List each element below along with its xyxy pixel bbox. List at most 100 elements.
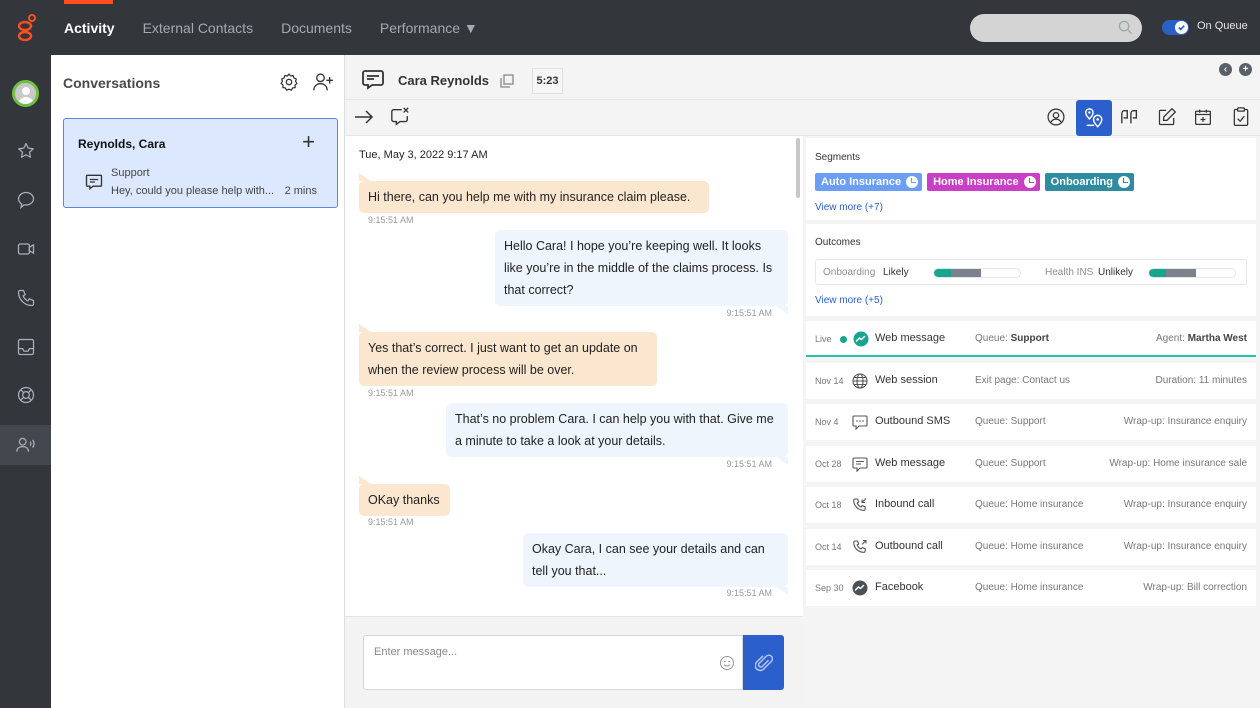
- collapse-icon[interactable]: ‹: [1219, 63, 1232, 76]
- calendar-add-icon: [1195, 109, 1211, 125]
- rail-agent-voice[interactable]: [0, 425, 51, 465]
- search-icon: [1118, 20, 1133, 35]
- conversation-card[interactable]: Reynolds, Cara + Support Hey, could you …: [63, 118, 338, 208]
- nav-performance[interactable]: Performance ▼: [380, 20, 478, 36]
- message-input[interactable]: Enter message...: [363, 635, 743, 690]
- history-row[interactable]: Nov 4 Outbound SMS Queue: Support Wrap-u…: [806, 404, 1256, 440]
- transcript-date: Tue, May 3, 2022 9:17 AM: [359, 149, 488, 161]
- outcome-label: Onboarding: [823, 267, 876, 278]
- messenger-icon: [853, 331, 869, 347]
- web-message-icon: [85, 174, 103, 190]
- contact-name: Reynolds, Cara: [78, 137, 166, 151]
- add-icon[interactable]: +: [302, 131, 315, 153]
- message-input-placeholder: Enter message...: [374, 646, 458, 658]
- end-chat-button[interactable]: [382, 100, 418, 134]
- rail-chat[interactable]: [0, 180, 51, 220]
- history-row[interactable]: Oct 18 Inbound call Queue: Home insuranc…: [806, 487, 1256, 523]
- queue-name: Support: [111, 167, 150, 179]
- clock-icon: [906, 176, 919, 188]
- star-icon: [17, 142, 34, 158]
- expand-icon[interactable]: +: [1239, 63, 1252, 76]
- live-indicator: [840, 336, 847, 343]
- nav-activity[interactable]: Activity: [64, 20, 115, 36]
- outbound-call-icon: [853, 539, 867, 553]
- top-bar: Activity External Contacts Documents Per…: [0, 0, 1260, 55]
- message-outbound: Okay Cara, I can see your details and ca…: [523, 533, 788, 595]
- rail-video[interactable]: [0, 229, 51, 269]
- quote-icon: [1121, 109, 1138, 124]
- web-message-icon: [362, 70, 384, 90]
- nav-documents[interactable]: Documents: [281, 20, 352, 36]
- elapsed-time: 2 mins: [284, 185, 317, 197]
- outcomes-section: Outcomes Onboarding Likely Health INS Un…: [806, 224, 1256, 316]
- chat-bubble-icon: [17, 191, 34, 210]
- message-inbound: Hi there, can you help me with my insura…: [359, 173, 709, 213]
- copy-icon[interactable]: [500, 74, 514, 88]
- search-input[interactable]: [970, 14, 1142, 42]
- clock-icon: [1023, 176, 1036, 188]
- chat-scrollbar[interactable]: [796, 138, 800, 198]
- wrap-up-button[interactable]: [1223, 100, 1259, 134]
- outcomes-title: Outcomes: [815, 237, 861, 248]
- sms-icon: [852, 415, 868, 430]
- message-time: 9:15:51 AM: [368, 517, 414, 527]
- video-icon: [17, 243, 34, 255]
- history-row[interactable]: Oct 28 Web message Queue: Support Wrap-u…: [806, 446, 1256, 482]
- facebook-messenger-icon: [852, 580, 868, 596]
- nav-external-contacts[interactable]: External Contacts: [143, 20, 254, 36]
- history-row[interactable]: Oct 14 Outbound call Queue: Home insuran…: [806, 529, 1256, 565]
- genesys-logo-icon: [17, 14, 36, 42]
- segments-view-more-link[interactable]: View more (+7): [815, 202, 883, 213]
- segment-chip[interactable]: Auto Insurance: [815, 173, 923, 191]
- transfer-button[interactable]: [346, 100, 382, 134]
- outcomes-view-more-link[interactable]: View more (+5): [815, 295, 883, 306]
- outcomes-row: Onboarding Likely Health INS Unlikely: [815, 259, 1247, 285]
- avatar: [12, 79, 39, 107]
- rail-favorites[interactable]: [0, 131, 51, 171]
- agent-voice-icon: [15, 437, 35, 452]
- arrow-right-icon: [355, 110, 374, 124]
- message-time: 9:15:51 AM: [726, 588, 772, 598]
- top-nav: Activity External Contacts Documents Per…: [64, 0, 478, 55]
- segment-chip[interactable]: Home Insurance: [927, 173, 1040, 191]
- message-snippet: Hey, could you please help with...: [111, 185, 275, 197]
- segment-chip[interactable]: Onboarding: [1044, 173, 1134, 191]
- left-rail: [0, 55, 51, 708]
- web-message-icon: [852, 457, 868, 472]
- on-queue-label: On Queue: [1197, 20, 1248, 32]
- rail-phone[interactable]: [0, 278, 51, 318]
- paperclip-icon: [754, 653, 773, 671]
- add-user-icon[interactable]: [312, 72, 334, 92]
- contact-name: Cara Reynolds: [398, 73, 490, 88]
- emoji-icon[interactable]: [719, 655, 735, 671]
- chat-close-icon: [391, 107, 409, 126]
- inbox-icon: [17, 338, 34, 356]
- on-queue-toggle[interactable]: [1162, 20, 1189, 35]
- globe-icon: [852, 373, 868, 389]
- history-row[interactable]: Live Web message Queue: Support Agent: M…: [806, 321, 1256, 357]
- segments-section: Segments Auto Insurance Home Insurance O…: [806, 138, 1256, 220]
- rail-avatar[interactable]: [0, 73, 51, 113]
- segments-title: Segments: [815, 152, 861, 163]
- conversations-title: Conversations: [63, 75, 161, 91]
- message-time: 9:15:51 AM: [368, 215, 414, 225]
- history-row[interactable]: Nov 14 Web session Exit page: Contact us…: [806, 363, 1256, 399]
- journey-panel: Segments Auto Insurance Home Insurance O…: [805, 136, 1260, 708]
- message-outbound: Hello Cara! I hope you’re keeping well. …: [495, 230, 788, 314]
- notes-button[interactable]: [1149, 100, 1185, 134]
- gear-icon[interactable]: [279, 72, 299, 92]
- contact-profile-button[interactable]: [1038, 100, 1074, 134]
- attach-button[interactable]: [743, 635, 784, 690]
- clock-icon: [1118, 176, 1130, 188]
- journey-button[interactable]: [1076, 100, 1112, 136]
- inbound-call-icon: [853, 498, 867, 511]
- rail-help[interactable]: [0, 375, 51, 415]
- rail-inbox[interactable]: [0, 327, 51, 367]
- chat-transcript: Tue, May 3, 2022 9:17 AM Hi there, can y…: [345, 136, 803, 616]
- message-outbound: That’s no problem Cara. I can help you w…: [446, 403, 788, 465]
- outcome-probability-bar: [1148, 268, 1236, 278]
- scripts-button[interactable]: [1112, 100, 1148, 134]
- interaction-header: Cara Reynolds 5:23 ‹ +: [345, 55, 1260, 100]
- schedule-button[interactable]: [1185, 100, 1221, 134]
- history-row[interactable]: Sep 30 Facebook Queue: Home insurance Wr…: [806, 570, 1256, 606]
